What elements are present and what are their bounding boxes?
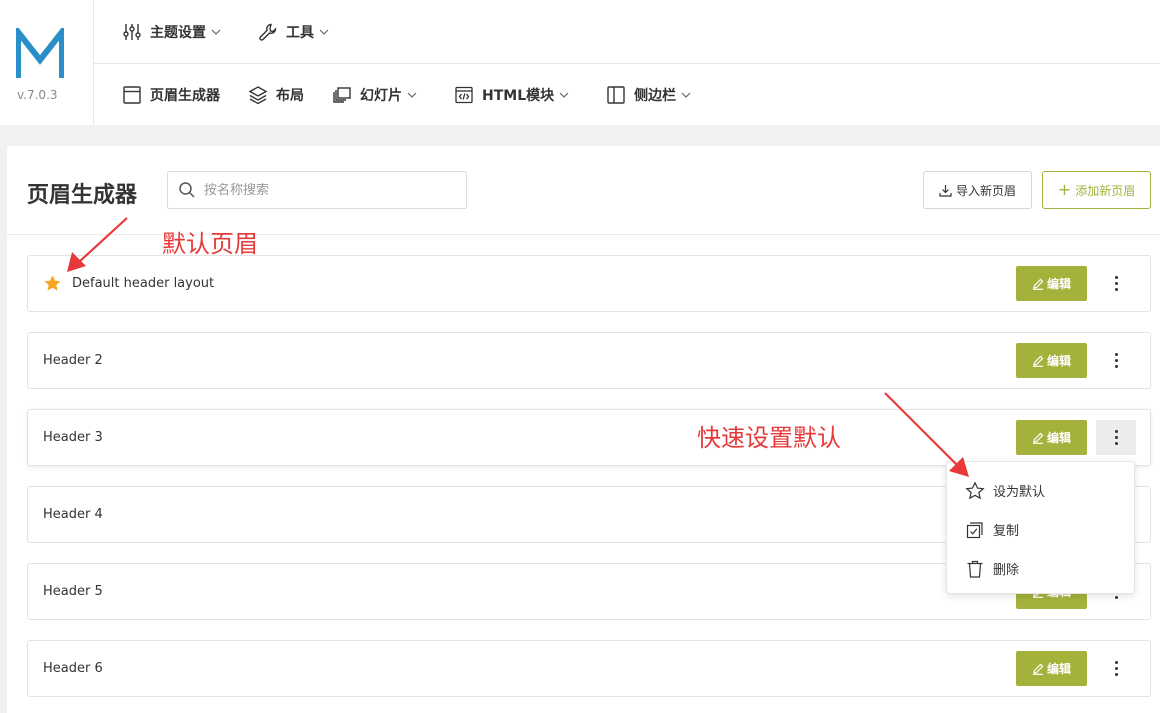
star-outline-icon: [965, 480, 985, 499]
more-options-button[interactable]: [1096, 343, 1136, 378]
nav-label: 主题设置: [150, 24, 206, 41]
nav-label: 幻灯片: [360, 87, 402, 104]
nav-label: 布局: [276, 87, 304, 104]
more-options-button[interactable]: [1096, 266, 1136, 301]
panel-header: 页眉生成器 导入新页眉 + 添加新页眉: [7, 146, 1160, 235]
header-row[interactable]: Header 2 编辑: [27, 332, 1151, 389]
header-row[interactable]: Header 6 编辑: [27, 640, 1151, 697]
main-nav-row: 主题设置 工具: [94, 0, 1160, 64]
header-name: Header 4: [43, 507, 103, 522]
trash-icon: [967, 560, 983, 578]
annotation-default-header: 默认页眉: [162, 230, 258, 258]
nav-html-modules[interactable]: HTML模块: [454, 85, 578, 105]
edit-button[interactable]: 编辑: [1016, 420, 1087, 455]
nav-label: HTML模块: [482, 87, 555, 104]
nav-slides[interactable]: 幻灯片: [332, 85, 426, 105]
header-name: Header 2: [43, 353, 103, 368]
slides-icon: [333, 86, 351, 103]
annotation-quick-default: 快速设置默认: [697, 424, 841, 452]
edit-button[interactable]: 编辑: [1016, 651, 1087, 686]
vertical-dots-icon: [1114, 429, 1118, 447]
vertical-dots-icon: [1114, 660, 1118, 678]
nav-header-builder[interactable]: 页眉生成器: [122, 85, 220, 105]
edit-button[interactable]: 编辑: [1016, 343, 1087, 378]
search-box[interactable]: [167, 171, 467, 209]
code-icon: [455, 86, 473, 103]
edit-label: 编辑: [1046, 431, 1071, 445]
pencil-icon: [1032, 355, 1044, 367]
download-icon: [939, 184, 952, 197]
menu-label: 复制: [993, 524, 1020, 539]
sidebar-icon: [607, 85, 625, 104]
star-filled-icon: [44, 275, 61, 291]
search-input[interactable]: [204, 182, 454, 198]
version-label: v.7.0.3: [17, 88, 58, 102]
layers-icon: [248, 85, 268, 104]
edit-label: 编辑: [1046, 662, 1071, 676]
chevron-down-icon: [211, 29, 221, 35]
nav-tools[interactable]: 工具: [258, 22, 338, 42]
menu-duplicate[interactable]: 复制: [947, 510, 1134, 549]
chevron-down-icon: [681, 92, 691, 98]
add-label: 添加新页眉: [1075, 183, 1136, 198]
menu-label: 删除: [993, 563, 1020, 578]
chevron-down-icon: [407, 92, 417, 98]
import-label: 导入新页眉: [955, 183, 1016, 198]
pencil-icon: [1032, 278, 1044, 290]
logo-area: v.7.0.3: [0, 0, 94, 125]
nav-label: 侧边栏: [634, 87, 677, 104]
header-name: Default header layout: [72, 276, 215, 291]
row-options-dropdown: 设为默认 复制 删除: [946, 461, 1135, 594]
menu-label: 设为默认: [993, 485, 1046, 500]
search-icon: [179, 182, 195, 198]
edit-label: 编辑: [1046, 277, 1071, 291]
nav-theme-settings[interactable]: 主题设置: [122, 22, 230, 42]
more-options-button[interactable]: [1096, 651, 1136, 686]
page-title: 页眉生成器: [27, 183, 138, 208]
import-header-button[interactable]: 导入新页眉: [923, 171, 1032, 209]
header-row[interactable]: Default header layout 编辑: [27, 255, 1151, 312]
window-icon: [123, 85, 141, 104]
header-name: Header 6: [43, 661, 103, 676]
nav-layout[interactable]: 布局: [248, 85, 304, 105]
logo-icon[interactable]: [16, 28, 64, 80]
top-bar: v.7.0.3 主题设置 工具 页眉生成器 布局 幻灯片 HTML模块 侧边栏: [0, 0, 1160, 125]
nav-label: 工具: [286, 24, 314, 41]
header-name: Header 3: [43, 430, 103, 445]
nav-label: 页眉生成器: [150, 87, 220, 104]
nav-sidebar[interactable]: 侧边栏: [606, 85, 700, 105]
add-header-button[interactable]: + 添加新页眉: [1042, 171, 1151, 209]
menu-set-default[interactable]: 设为默认: [947, 471, 1134, 510]
sliders-icon: [123, 23, 141, 40]
plus-icon: +: [1057, 180, 1072, 199]
sub-nav-row: 页眉生成器 布局 幻灯片 HTML模块 侧边栏: [94, 64, 1160, 125]
header-row[interactable]: Header 3 编辑: [27, 409, 1151, 466]
menu-delete[interactable]: 删除: [947, 549, 1134, 588]
chevron-down-icon: [319, 29, 329, 35]
header-name: Header 5: [43, 584, 103, 599]
edit-button[interactable]: 编辑: [1016, 266, 1087, 301]
copy-icon: [966, 521, 983, 538]
pencil-icon: [1032, 432, 1044, 444]
vertical-dots-icon: [1114, 352, 1118, 370]
wrench-icon: [259, 23, 277, 41]
edit-label: 编辑: [1046, 354, 1071, 368]
chevron-down-icon: [559, 92, 569, 98]
vertical-dots-icon: [1114, 275, 1118, 293]
pencil-icon: [1032, 663, 1044, 675]
more-options-button[interactable]: [1096, 420, 1136, 455]
